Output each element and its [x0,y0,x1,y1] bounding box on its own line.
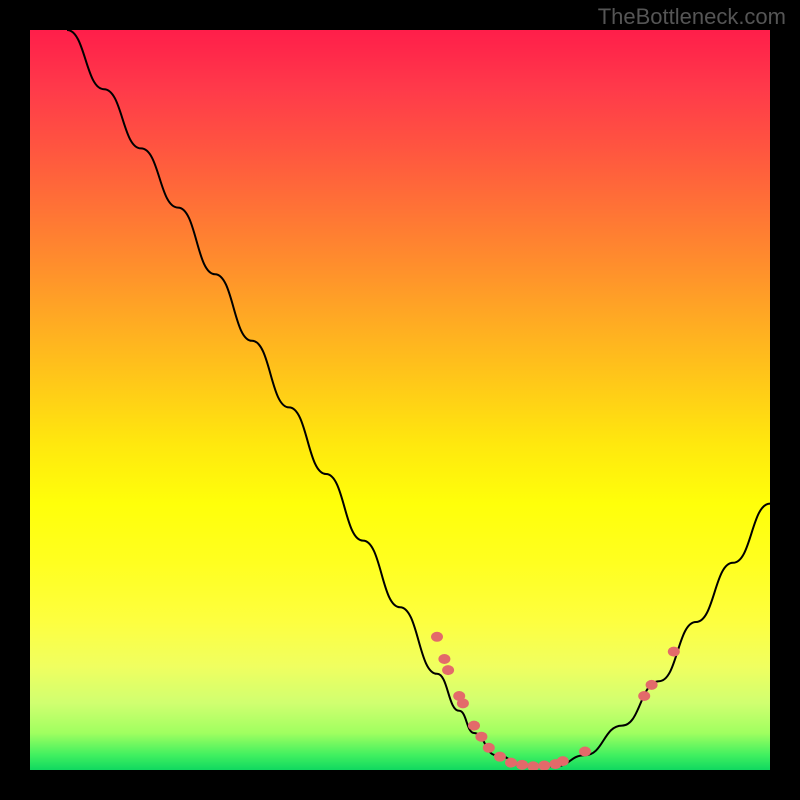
data-point [475,732,487,742]
data-point [483,743,495,753]
data-point [494,752,506,762]
chart-svg [30,30,770,770]
data-point [438,654,450,664]
data-point [505,758,517,768]
data-point [516,760,528,770]
data-point [457,698,469,708]
data-point [638,691,650,701]
bottleneck-curve [67,30,770,766]
data-point [579,747,591,757]
data-point [557,756,569,766]
data-point [538,761,550,770]
watermark-text: TheBottleneck.com [598,4,786,30]
chart-area [30,30,770,770]
data-point [527,761,539,770]
data-point [468,721,480,731]
data-point [442,665,454,675]
data-point [431,632,443,642]
data-point [646,680,658,690]
data-point [668,647,680,657]
